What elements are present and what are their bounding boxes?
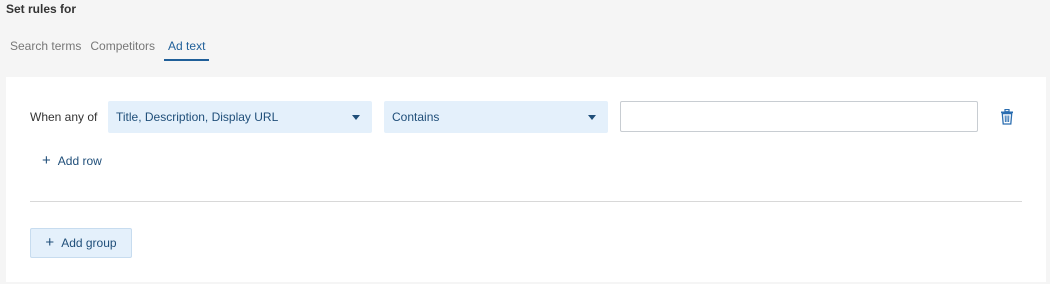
operator-dropdown[interactable]: Contains	[384, 101, 608, 133]
rule-type-tabs: Search terms Competitors Ad text	[10, 38, 218, 61]
add-row-button[interactable]: + Add row	[42, 152, 102, 169]
trash-icon[interactable]	[1000, 108, 1014, 125]
rule-text-input[interactable]	[620, 101, 978, 132]
tab-ad-text[interactable]: Ad text	[164, 38, 210, 61]
page-title: Set rules for	[6, 2, 77, 16]
add-row-label: Add row	[57, 154, 102, 168]
rules-panel: When any of Title, Description, Display …	[6, 77, 1046, 282]
divider	[30, 201, 1022, 202]
fields-dropdown[interactable]: Title, Description, Display URL	[108, 101, 372, 133]
plus-icon: +	[45, 234, 55, 251]
fields-dropdown-value: Title, Description, Display URL	[116, 110, 279, 124]
plus-icon: +	[42, 152, 51, 169]
operator-dropdown-value: Contains	[392, 110, 440, 124]
add-group-button[interactable]: + Add group	[30, 228, 132, 258]
add-group-label: Add group	[61, 236, 117, 250]
tab-search-terms[interactable]: Search terms	[10, 38, 81, 61]
tab-competitors[interactable]: Competitors	[90, 38, 155, 61]
when-any-of-label: When any of	[30, 110, 98, 124]
caret-down-icon	[352, 115, 360, 120]
rule-row: When any of Title, Description, Display …	[30, 101, 1020, 133]
caret-down-icon	[588, 115, 596, 120]
